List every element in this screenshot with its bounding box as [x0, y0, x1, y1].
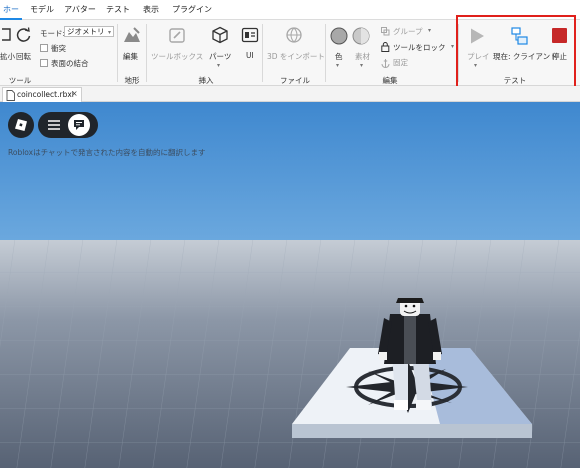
join-surfaces-checkbox[interactable] [40, 59, 48, 67]
ui-icon [241, 27, 259, 43]
test-group-highlight [456, 15, 576, 91]
separator [325, 24, 326, 82]
roblox-menu-button[interactable] [8, 112, 34, 138]
chevron-down-icon: ▾ [336, 62, 340, 69]
toolbox-label: ツールボックス [151, 52, 204, 61]
terrain-icon [124, 27, 140, 42]
terrain-group-label: 地形 [124, 76, 140, 85]
edit-group-label: 編集 [382, 76, 398, 85]
anchor-icon [381, 59, 390, 68]
chevron-down-icon: ▾ [360, 62, 364, 69]
tab-view[interactable]: 表示 [138, 0, 164, 20]
close-icon[interactable]: × [71, 89, 78, 98]
mode-select[interactable]: ジオメトリ ▾ [64, 26, 114, 37]
tab-plugins[interactable]: プラグイン [170, 0, 214, 20]
terrain-edit-label: 編集 [123, 52, 138, 61]
system-chat-message: Robloxはチャットで発言された内容を自動的に翻訳します [8, 148, 206, 157]
tab-home[interactable]: ホーム [0, 0, 22, 34]
import-3d-icon [286, 27, 302, 43]
separator [262, 24, 263, 82]
anchor-label: 固定 [393, 58, 408, 67]
group-label: グループ [393, 27, 423, 36]
mode-label: モード: [40, 29, 66, 38]
rotate-label: 回転 [16, 52, 31, 61]
material-label: 素材 [355, 52, 370, 61]
parts-label: パーツ [209, 52, 232, 61]
tools-group-label: ツール [8, 76, 32, 85]
separator [117, 24, 118, 82]
lock-tool-label: ツールをロック [393, 43, 446, 52]
topbar-controls [38, 112, 98, 138]
join-surfaces-label: 表面の結合 [51, 59, 89, 68]
color-swatch-icon [330, 27, 348, 45]
collision-label: 衝突 [51, 44, 66, 53]
lock-icon [381, 42, 390, 52]
material-icon [352, 27, 370, 45]
document-tab[interactable]: coincollect.rbxl × [2, 87, 82, 102]
color-label: 色 [335, 52, 343, 61]
roblox-logo-icon [15, 119, 27, 131]
scale-label: 拡小 [0, 52, 15, 61]
game-viewport[interactable]: Robloxはチャットで発言された内容を自動的に翻訳します [0, 102, 580, 468]
insert-group-label: 挿入 [198, 76, 214, 85]
group-icon [381, 27, 390, 36]
file-icon [6, 90, 15, 101]
rotate-icon [16, 27, 31, 42]
document-tab-strip: coincollect.rbxl × [0, 86, 580, 102]
scale-icon [2, 28, 11, 41]
chevron-down-icon: ▾ [107, 29, 111, 36]
tab-test[interactable]: テスト [104, 0, 132, 20]
file-group-label: ファイル [280, 76, 310, 85]
part-cube-icon [212, 26, 228, 44]
tab-avatar[interactable]: アバター [62, 0, 98, 20]
chat-button[interactable] [68, 114, 90, 136]
separator [146, 24, 147, 82]
import-3d-label: 3D をインポート [267, 52, 325, 61]
ui-label: UI [246, 51, 254, 60]
collision-checkbox[interactable] [40, 44, 48, 52]
chat-icon [74, 120, 84, 130]
chevron-down-icon: ▾ [428, 27, 432, 34]
mode-value: ジオメトリ [67, 27, 105, 36]
document-tab-name: coincollect.rbxl [17, 90, 74, 99]
hamburger-menu-icon[interactable] [48, 120, 60, 130]
toolbox-icon [169, 28, 185, 43]
chevron-down-icon: ▾ [451, 43, 455, 50]
tab-model[interactable]: モデル [28, 0, 56, 20]
chevron-down-icon: ▾ [217, 62, 221, 69]
